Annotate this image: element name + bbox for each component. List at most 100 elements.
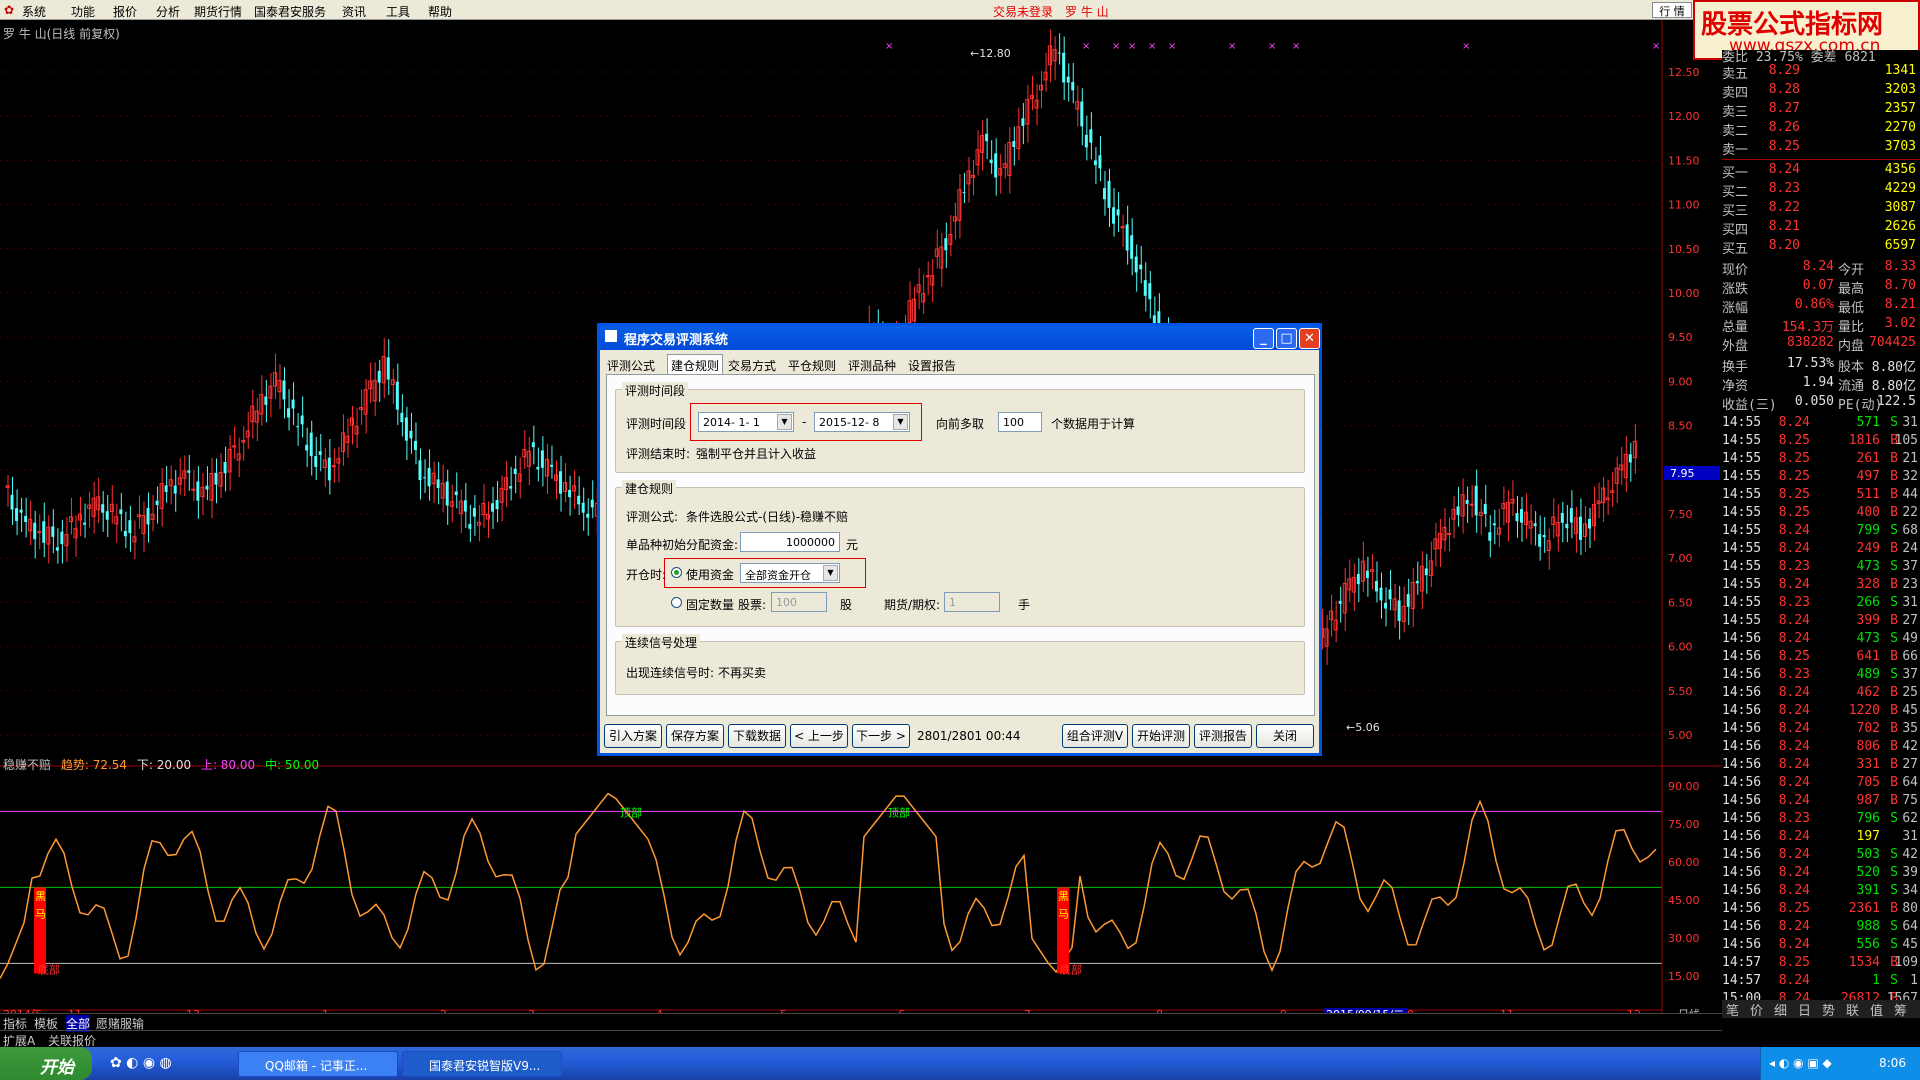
maximize-button[interactable]: □ — [1276, 328, 1297, 349]
fixed-qty-label[interactable]: 固定数量 — [686, 596, 734, 613]
test-report-button[interactable]: 评测报告 — [1194, 724, 1252, 748]
stat-value-2: 704425 — [1869, 335, 1916, 350]
candle-body — [1125, 224, 1129, 251]
candle-body — [436, 479, 440, 488]
start-test-button[interactable]: 开始评测 — [1132, 724, 1190, 748]
lookback-input[interactable]: 100 — [998, 412, 1042, 432]
download-data-button[interactable]: 下载数据 — [728, 724, 786, 748]
stat-label-2: 量比 — [1838, 320, 1865, 335]
next-step-button[interactable]: 下一步 > — [852, 724, 910, 748]
buy-label: 买五 — [1722, 242, 1749, 257]
capital-input[interactable]: 1000000 — [740, 532, 840, 552]
menu-futures[interactable]: 期货行情 — [194, 3, 242, 20]
candle-body — [1560, 512, 1564, 523]
fixed-qty-radio[interactable] — [671, 597, 682, 608]
candle-body — [1397, 600, 1401, 621]
close-button[interactable]: 关闭 — [1256, 724, 1314, 748]
tab-report-settings[interactable]: 设置报告 — [908, 354, 956, 374]
price-tick: 10.50 — [1668, 243, 1700, 256]
menu-analysis[interactable]: 分析 — [156, 3, 180, 20]
dialog-title-bar[interactable]: 程序交易评测系统 _ □ ✕ — [600, 326, 1320, 350]
end-value: 强制平仓并且计入收益 — [696, 447, 817, 461]
tick-row: 14:55 8.23 473 S 37 — [1722, 559, 1920, 577]
close-window-button[interactable]: ✕ — [1299, 328, 1320, 349]
stat-label-2: 股本 — [1838, 360, 1865, 375]
minimize-button[interactable]: _ — [1253, 328, 1274, 349]
candle-body — [495, 500, 499, 510]
buy-price: 8.21 — [1768, 219, 1800, 234]
signal-mark: × — [1168, 41, 1176, 52]
futures-qty-input[interactable]: 1 — [944, 592, 1000, 612]
menu-system[interactable]: 系统 — [22, 3, 46, 20]
stat-label: 换手 — [1722, 360, 1749, 375]
tick-price: 8.25 — [1778, 451, 1810, 466]
capital-mode-select[interactable]: 全部资金开仓 ▼ — [740, 563, 840, 583]
bottom-mark: 底部 — [1060, 962, 1082, 976]
candle-body — [413, 440, 417, 450]
tick-direction: B — [1890, 469, 1898, 484]
candle-body — [291, 399, 295, 409]
candle-body — [590, 499, 594, 508]
tick-price: 8.23 — [1778, 559, 1810, 574]
tab-trade-mode[interactable]: 交易方式 — [728, 354, 776, 374]
stock-qty-input[interactable]: 100 — [771, 592, 827, 612]
combo-test-button[interactable]: 组合评测V — [1062, 724, 1128, 748]
tick-row: 14:55 8.24 328 B 23 — [1722, 577, 1920, 595]
tick-price: 8.24 — [1778, 919, 1810, 934]
quicklaunch-icons[interactable]: ✿ ◐ ◉ ◍ — [110, 1055, 172, 1071]
import-scheme-button[interactable]: 引入方案 — [604, 724, 662, 748]
tick-count: 66 — [1902, 649, 1918, 664]
candle-body — [223, 462, 227, 474]
tick-time: 14:56 — [1722, 631, 1762, 646]
tab-formula[interactable]: 评测公式 — [607, 354, 655, 374]
tick-count: 35 — [1902, 721, 1918, 736]
menu-quote[interactable]: 报价 — [113, 3, 137, 20]
price-tick: 9.50 — [1668, 331, 1693, 344]
group-period-title: 评测时间段 — [622, 382, 689, 399]
tick-price: 8.24 — [1778, 721, 1810, 736]
period-label: 评测时间段 — [626, 417, 687, 431]
menu-news[interactable]: 资讯 — [342, 3, 366, 20]
quote-tab: 值 — [1870, 1004, 1884, 1019]
menu-help[interactable]: 帮助 — [428, 3, 452, 20]
tick-volume: 331 — [1856, 757, 1880, 772]
chevron-down-icon[interactable]: ▼ — [823, 565, 838, 581]
menu-tools[interactable]: 工具 — [386, 3, 410, 20]
start-button[interactable]: 开始 — [0, 1047, 92, 1080]
quote-tab-button[interactable]: 行 情 — [1652, 2, 1692, 18]
tick-direction: S — [1890, 415, 1898, 430]
save-scheme-button[interactable]: 保存方案 — [666, 724, 724, 748]
tab-open-rules[interactable]: 建仓规则 — [667, 354, 724, 374]
tick-row: 14:56 8.24 503 S 42 — [1722, 847, 1920, 865]
candle-body — [1012, 141, 1016, 148]
stat-value: 0.86% — [1794, 297, 1834, 312]
end-date-picker[interactable]: 2015-12- 8 ▼ — [814, 412, 910, 432]
tab-instruments[interactable]: 评测品种 — [848, 354, 896, 374]
prev-step-button[interactable]: < 上一步 — [790, 724, 848, 748]
tick-time: 14:55 — [1722, 451, 1762, 466]
use-capital-label[interactable]: 使用资金 — [686, 566, 734, 583]
candle-body — [1415, 580, 1419, 584]
stat-value: 8.24 — [1802, 259, 1834, 274]
task-notepad[interactable]: QQ邮箱 - 记事正... — [238, 1051, 398, 1077]
login-status[interactable]: 交易未登录 — [993, 3, 1053, 20]
menu-function[interactable]: 功能 — [71, 3, 95, 20]
candle-body — [1338, 600, 1342, 604]
start-date-picker[interactable]: 2014- 1- 1 ▼ — [698, 412, 794, 432]
tick-count: 39 — [1902, 865, 1918, 880]
task-trading-app[interactable]: 国泰君安锐智版V9... — [402, 1051, 562, 1077]
candle-body — [377, 370, 381, 383]
app-icon[interactable]: ✿ — [4, 3, 14, 17]
tick-row: 14:55 8.23 266 S 31 — [1722, 595, 1920, 613]
tick-volume: 556 — [1856, 937, 1880, 952]
menu-service[interactable]: 国泰君安服务 — [254, 3, 326, 20]
tab-close-rules[interactable]: 平仓规则 — [788, 354, 836, 374]
tray-icons[interactable]: ◂ ◐ ◉ ▣ ◆ — [1769, 1056, 1832, 1070]
price-tick: 7.00 — [1668, 552, 1693, 565]
use-capital-radio[interactable] — [671, 567, 682, 578]
chevron-down-icon[interactable]: ▼ — [777, 414, 792, 430]
candle-body — [513, 468, 517, 475]
buy-level: 买二 8.23 4229 — [1722, 181, 1920, 200]
buy-label: 买一 — [1722, 166, 1749, 181]
chevron-down-icon[interactable]: ▼ — [893, 414, 908, 430]
